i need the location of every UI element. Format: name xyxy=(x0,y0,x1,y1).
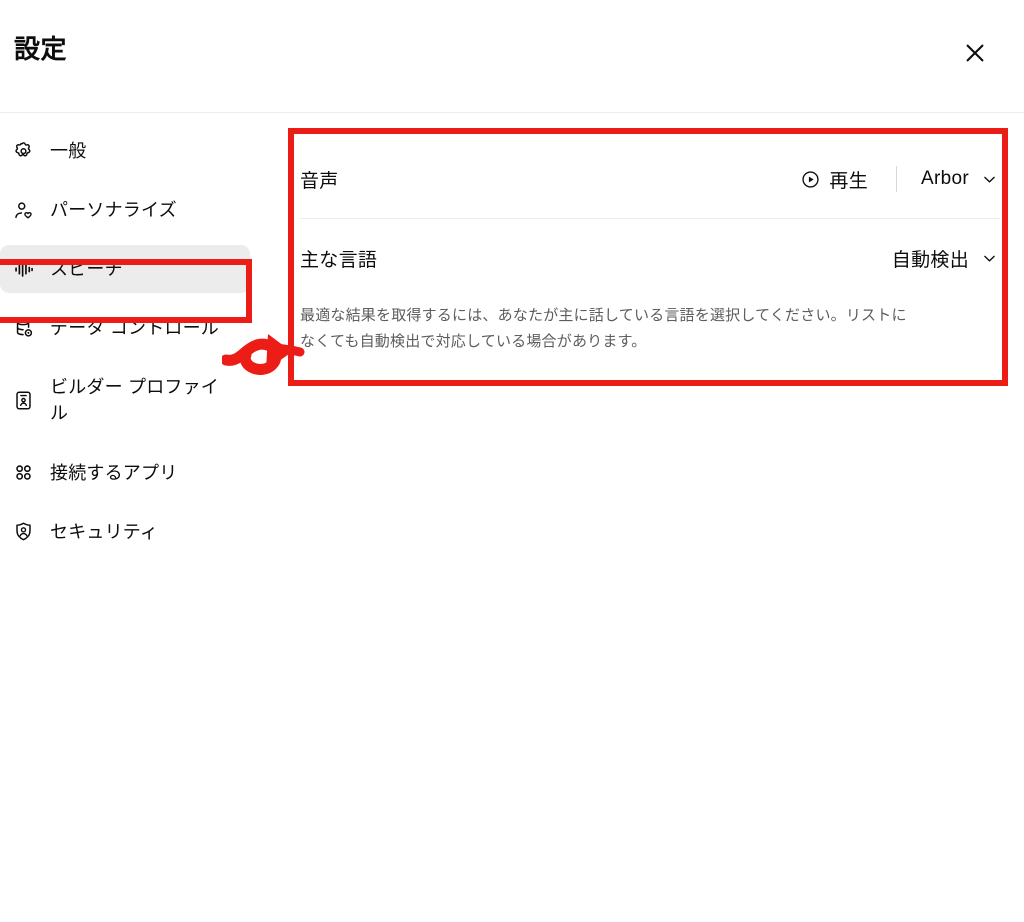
sidebar-item-builder-profile[interactable]: ビルダー プロファイル xyxy=(0,363,250,437)
control-divider xyxy=(896,166,898,192)
play-button-label: 再生 xyxy=(829,170,869,192)
gear-icon xyxy=(12,140,34,162)
play-voice-button[interactable]: 再生 xyxy=(795,162,874,197)
page-title: 設定 xyxy=(14,34,68,64)
sidebar-item-label: 一般 xyxy=(50,141,87,161)
sidebar-item-security[interactable]: セキュリティ xyxy=(0,508,250,556)
chevron-down-icon xyxy=(981,171,998,188)
sidebar-item-label: ビルダー プロファイル xyxy=(50,377,219,424)
sidebar-item-data-controls[interactable]: データ コントロール xyxy=(0,304,250,352)
sidebar-item-label: 接続するアプリ xyxy=(50,462,178,483)
voice-select-value: Arbor xyxy=(921,168,969,189)
sidebar-item-label: スピーチ xyxy=(50,259,123,280)
speech-settings-panel: 音声 再生 Arbor 主な言語 自動検出 最適な結果を取得するには、あなたが主… xyxy=(300,140,1000,371)
person-heart-icon xyxy=(12,199,34,221)
voice-controls: 再生 Arbor xyxy=(795,162,1000,197)
sidebar-item-label: パーソナライズ xyxy=(50,200,177,221)
waveform-icon xyxy=(12,258,34,280)
language-description: 最適な結果を取得するには、あなたが主に話している言語を選択してください。リストに… xyxy=(300,307,907,351)
sidebar-item-connected-apps[interactable]: 接続するアプリ xyxy=(0,449,250,497)
language-label: 主な言語 xyxy=(300,249,378,271)
database-gear-icon xyxy=(12,317,34,339)
language-select-dropdown[interactable]: 自動検出 xyxy=(890,241,1000,276)
close-icon xyxy=(964,42,986,64)
sidebar-item-speech[interactable]: スピーチ xyxy=(0,245,250,294)
voice-setting-row: 音声 再生 Arbor xyxy=(300,140,1000,218)
language-setting-row: 主な言語 自動検出 xyxy=(300,219,1000,297)
sidebar-item-general[interactable]: 一般 xyxy=(0,127,250,175)
voice-select-dropdown[interactable]: Arbor xyxy=(919,164,1000,194)
sidebar-item-personalize[interactable]: パーソナライズ xyxy=(0,186,250,234)
chevron-down-icon xyxy=(981,250,998,267)
settings-header: 設定 xyxy=(0,0,1024,113)
play-circle-icon xyxy=(801,170,820,189)
sidebar-item-label: データ コントロール xyxy=(50,318,219,339)
language-select-value: 自動検出 xyxy=(891,249,969,271)
shield-person-icon xyxy=(12,521,34,543)
settings-sidebar: 一般 パーソナライズ スピーチ データ コントロール ビルダー プロファイル 接… xyxy=(0,127,285,556)
language-controls: 自動検出 xyxy=(890,241,1000,276)
close-button[interactable] xyxy=(958,36,992,70)
grid-dots-icon xyxy=(12,462,34,484)
voice-label: 音声 xyxy=(300,170,339,192)
id-card-icon xyxy=(12,389,34,411)
sidebar-item-label: セキュリティ xyxy=(50,521,159,542)
